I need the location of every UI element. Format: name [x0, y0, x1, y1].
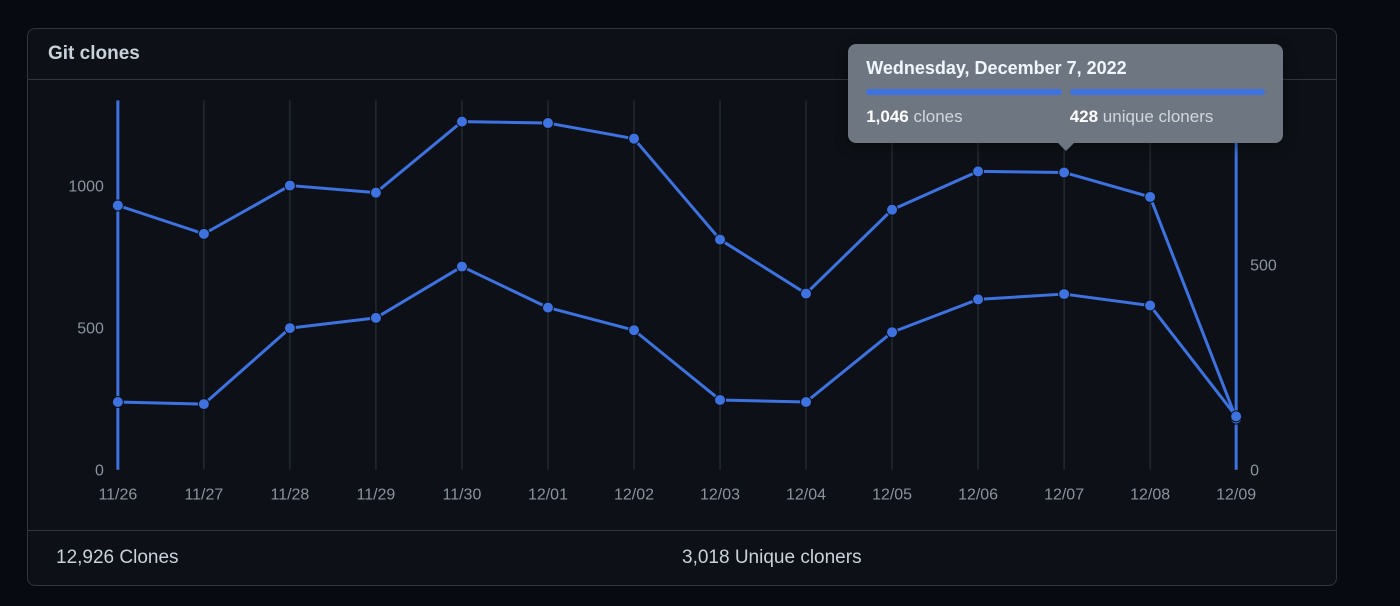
svg-text:11/27: 11/27	[184, 487, 223, 504]
svg-text:11/30: 11/30	[443, 487, 482, 504]
svg-text:12/09: 12/09	[1216, 487, 1256, 504]
line-chart-svg: 0 500 1000 0 500 11/26 11/27 11/28 11/29 11/30 12/…	[28, 80, 1336, 530]
svg-text:1000: 1000	[68, 179, 104, 196]
tooltip-bar-unique	[1070, 89, 1266, 95]
svg-text:500: 500	[77, 321, 104, 338]
svg-text:12/03: 12/03	[700, 487, 740, 504]
tooltip-clones-cell: 1,046 clones	[866, 107, 1062, 127]
tooltip-clones-label: clones	[909, 107, 963, 126]
svg-text:11/29: 11/29	[357, 487, 396, 504]
svg-text:0: 0	[1250, 463, 1259, 480]
svg-text:12/04: 12/04	[786, 487, 826, 504]
tooltip-bar-clones	[866, 89, 1062, 95]
svg-text:500: 500	[1250, 257, 1277, 274]
panel-footer: 12,926 Clones 3,018 Unique cloners	[28, 530, 1336, 585]
chart-area[interactable]: 0 500 1000 0 500 11/26 11/27 11/28 11/29 11/30 12/…	[28, 80, 1336, 530]
svg-text:12/06: 12/06	[958, 487, 998, 504]
tooltip-unique-label: unique cloners	[1098, 107, 1213, 126]
chart-tooltip: Wednesday, December 7, 2022 1,046 clones…	[848, 44, 1283, 143]
tooltip-unique-value: 428	[1070, 107, 1098, 126]
svg-text:12/07: 12/07	[1044, 487, 1084, 504]
svg-text:11/26: 11/26	[98, 487, 137, 504]
svg-text:0: 0	[95, 463, 104, 480]
tooltip-values-row: 1,046 clones 428 unique cloners	[866, 107, 1265, 127]
git-clones-panel: Git clones 05001000050011/2611/2711/2811…	[27, 28, 1337, 586]
tooltip-arrow-icon	[1057, 142, 1075, 151]
svg-text:12/08: 12/08	[1130, 487, 1170, 504]
svg-text:12/02: 12/02	[614, 487, 654, 504]
unique-cloners: 3,018 Unique cloners	[682, 547, 1308, 569]
total-clones: 12,926 Clones	[56, 547, 682, 569]
tooltip-unique-cell: 428 unique cloners	[1070, 107, 1266, 127]
tooltip-date: Wednesday, December 7, 2022	[866, 58, 1265, 79]
tooltip-clones-value: 1,046	[866, 107, 909, 126]
svg-text:12/05: 12/05	[872, 487, 912, 504]
svg-text:12/01: 12/01	[528, 487, 568, 504]
tooltip-series-bars	[866, 89, 1265, 95]
svg-text:11/28: 11/28	[271, 487, 310, 504]
